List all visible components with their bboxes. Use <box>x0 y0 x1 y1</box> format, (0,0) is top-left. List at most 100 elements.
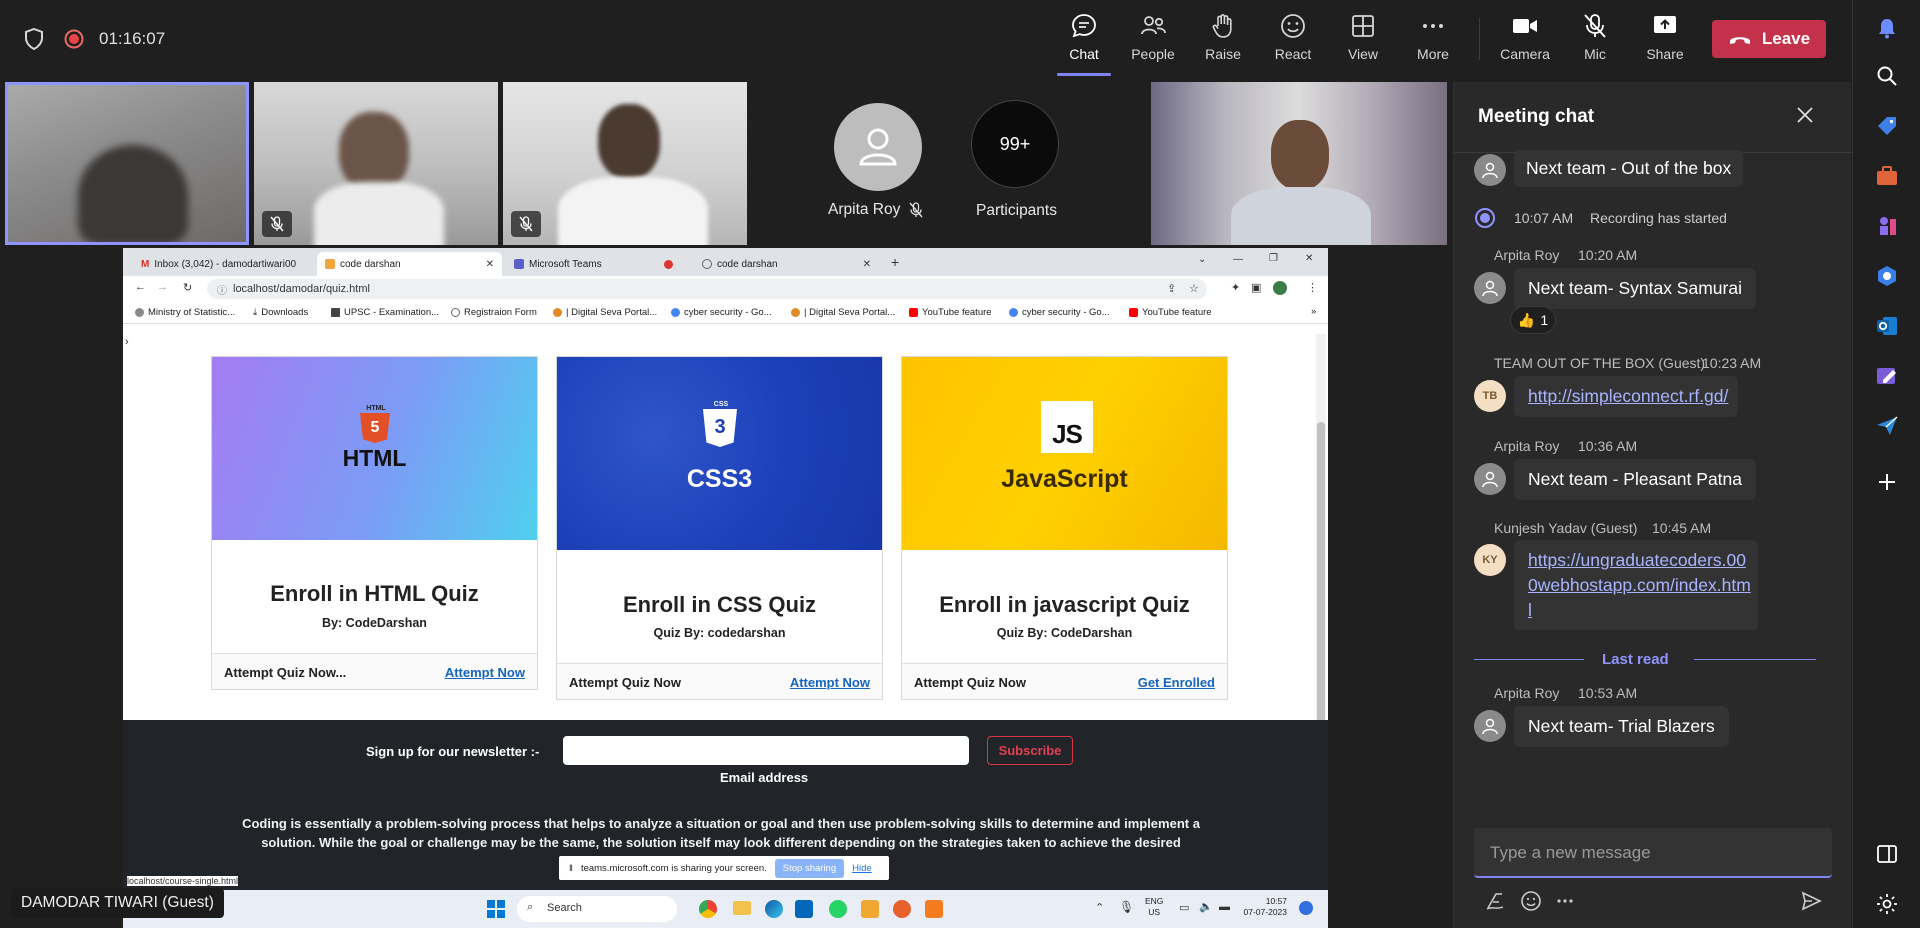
message-link-line[interactable]: 0webhostapp.com/index.htm <box>1528 573 1751 598</box>
copilot-icon[interactable] <box>1875 264 1899 288</box>
browser-tab-teams[interactable]: Microsoft Teams <box>506 252 691 276</box>
more-options-icon[interactable] <box>1554 890 1576 912</box>
notification-icon[interactable] <box>1299 901 1313 915</box>
new-tab-icon[interactable]: + <box>891 254 899 270</box>
video-tile-2[interactable] <box>254 82 498 245</box>
battery-icon[interactable]: ▬ <box>1219 901 1230 913</box>
profile-avatar[interactable] <box>1273 281 1287 295</box>
participant-count-badge[interactable]: 99+ <box>971 100 1059 188</box>
mic-button[interactable]: Mic <box>1560 12 1630 70</box>
extensions-icon[interactable]: ✦ <box>1231 281 1240 294</box>
network-icon[interactable]: ▭ <box>1179 901 1189 914</box>
attempt-now-link[interactable]: Attempt Now <box>445 665 525 680</box>
star-icon[interactable]: ☆ <box>1189 282 1199 295</box>
react-button[interactable]: React <box>1258 12 1328 70</box>
email-input[interactable] <box>563 736 969 765</box>
send-icon[interactable] <box>1800 890 1822 912</box>
browser-tab-gmail[interactable]: M Inbox (3,042) - damodartiwari00 <box>133 252 318 276</box>
bookmark-item[interactable]: Registraion Form <box>451 307 537 318</box>
kebab-menu-icon[interactable]: ⋮ <box>1307 281 1318 294</box>
close-icon[interactable] <box>1796 106 1814 124</box>
file-explorer-icon[interactable] <box>733 901 751 915</box>
sidebar-icon[interactable]: ▣ <box>1251 281 1261 294</box>
share-button[interactable]: Share <box>1630 12 1700 70</box>
language-indicator[interactable]: ENG US <box>1145 896 1163 918</box>
bookmark-item[interactable]: YouTube feature <box>909 307 992 318</box>
minimize-icon[interactable]: — <box>1233 254 1243 265</box>
chess-icon[interactable] <box>1875 214 1899 238</box>
whatsapp-icon[interactable] <box>829 900 847 918</box>
chat-button[interactable]: Chat <box>1049 12 1119 76</box>
briefcase-icon[interactable] <box>1875 164 1899 188</box>
message-link-line[interactable]: https://ungraduatecoders.00 <box>1528 548 1746 573</box>
hide-link[interactable]: Hide <box>852 863 872 874</box>
app-icon[interactable] <box>893 900 911 918</box>
bookmark-item[interactable]: Ministry of Statistic... <box>135 307 235 318</box>
volume-icon[interactable]: 🔈 <box>1199 900 1213 913</box>
whiteboard-icon[interactable] <box>1875 364 1899 388</box>
tab-search-icon[interactable]: ⌄ <box>1198 254 1206 265</box>
message-composer[interactable]: Type a new message <box>1474 828 1832 878</box>
more-button[interactable]: More <box>1398 12 1468 70</box>
raise-hand-button[interactable]: Raise <box>1188 12 1258 70</box>
attempt-now-link[interactable]: Attempt Now <box>790 675 870 690</box>
subscribe-button[interactable]: Subscribe <box>987 736 1073 765</box>
close-window-icon[interactable]: ✕ <box>1305 253 1313 264</box>
format-icon[interactable] <box>1484 890 1506 912</box>
bookmark-item[interactable]: | Digital Seva Portal... <box>553 307 657 318</box>
reload-icon[interactable]: ↻ <box>183 281 192 294</box>
emoji-icon[interactable] <box>1520 890 1542 912</box>
scrollbar-thumb[interactable] <box>1317 422 1325 762</box>
microphone-icon[interactable]: 🎙 <box>1119 900 1134 914</box>
close-icon[interactable]: ✕ <box>863 259 871 270</box>
bookmark-item[interactable]: cyber security - Go... <box>1009 307 1110 318</box>
store-icon[interactable] <box>861 900 879 918</box>
outlook-icon[interactable] <box>1875 314 1899 338</box>
avatar[interactable] <box>834 103 922 191</box>
back-icon[interactable]: ← <box>135 281 146 293</box>
panel-toggle-icon[interactable] <box>1875 842 1899 866</box>
close-icon[interactable]: ✕ <box>486 259 494 270</box>
message-link-line[interactable]: l <box>1528 598 1744 623</box>
windows-start-icon[interactable] <box>487 900 505 918</box>
leave-button[interactable]: Leave <box>1712 20 1826 58</box>
reaction-badge[interactable]: 👍 1 <box>1510 306 1556 334</box>
xampp-icon[interactable] <box>925 900 943 918</box>
bookmark-item[interactable]: cyber security - Go... <box>671 307 772 318</box>
view-button[interactable]: View <box>1328 12 1398 70</box>
get-enrolled-link[interactable]: Get Enrolled <box>1138 675 1215 690</box>
camera-button[interactable]: Camera <box>1490 12 1560 70</box>
stop-sharing-button[interactable]: Stop sharing <box>774 858 845 878</box>
video-tile-self[interactable] <box>5 82 249 245</box>
bookmark-item[interactable]: UPSC - Examination... <box>331 307 439 318</box>
vscode-icon[interactable] <box>795 900 813 918</box>
chevron-right-icon[interactable]: » <box>1311 306 1316 317</box>
url-field[interactable]: ⓘ localhost/damodar/quiz.html ⇪ ☆ <box>207 279 1207 299</box>
browser-tab-codedarshan[interactable]: code darshan ✕ <box>317 252 502 276</box>
bell-icon[interactable] <box>1875 16 1899 40</box>
people-button[interactable]: People <box>1118 12 1188 70</box>
bookmark-item[interactable]: | Digital Seva Portal... <box>791 307 895 318</box>
search-icon[interactable] <box>1875 64 1899 88</box>
message-author: Arpita Roy <box>1494 685 1560 701</box>
forward-icon[interactable]: → <box>157 281 168 293</box>
bookmark-item[interactable]: YouTube feature <box>1129 307 1212 318</box>
card-author: Quiz By: codedarshan <box>653 626 786 640</box>
people-button-label: People <box>1131 46 1175 62</box>
maximize-icon[interactable]: ❐ <box>1269 253 1278 264</box>
add-app-icon[interactable] <box>1875 470 1899 494</box>
share-page-icon[interactable]: ⇪ <box>1167 282 1176 295</box>
clock[interactable]: 10:57 07-07-2023 <box>1239 896 1287 918</box>
chevron-up-icon[interactable]: ⌃ <box>1095 901 1104 914</box>
video-tile-3[interactable] <box>503 82 747 245</box>
bookmark-item[interactable]: ⤓ Downloads <box>253 307 308 318</box>
video-tile-presenter[interactable] <box>1151 82 1447 245</box>
tag-icon[interactable] <box>1875 114 1899 138</box>
settings-gear-icon[interactable] <box>1875 892 1899 916</box>
edge-icon[interactable] <box>765 900 783 918</box>
message-link[interactable]: http://simpleconnect.rf.gd/ <box>1528 386 1728 406</box>
taskbar-search[interactable]: ⌕ Search <box>517 896 677 922</box>
browser-tab-codedarshan-2[interactable]: code darshan ✕ <box>694 252 879 276</box>
paper-plane-icon[interactable] <box>1875 414 1899 438</box>
chrome-icon[interactable] <box>699 900 717 918</box>
